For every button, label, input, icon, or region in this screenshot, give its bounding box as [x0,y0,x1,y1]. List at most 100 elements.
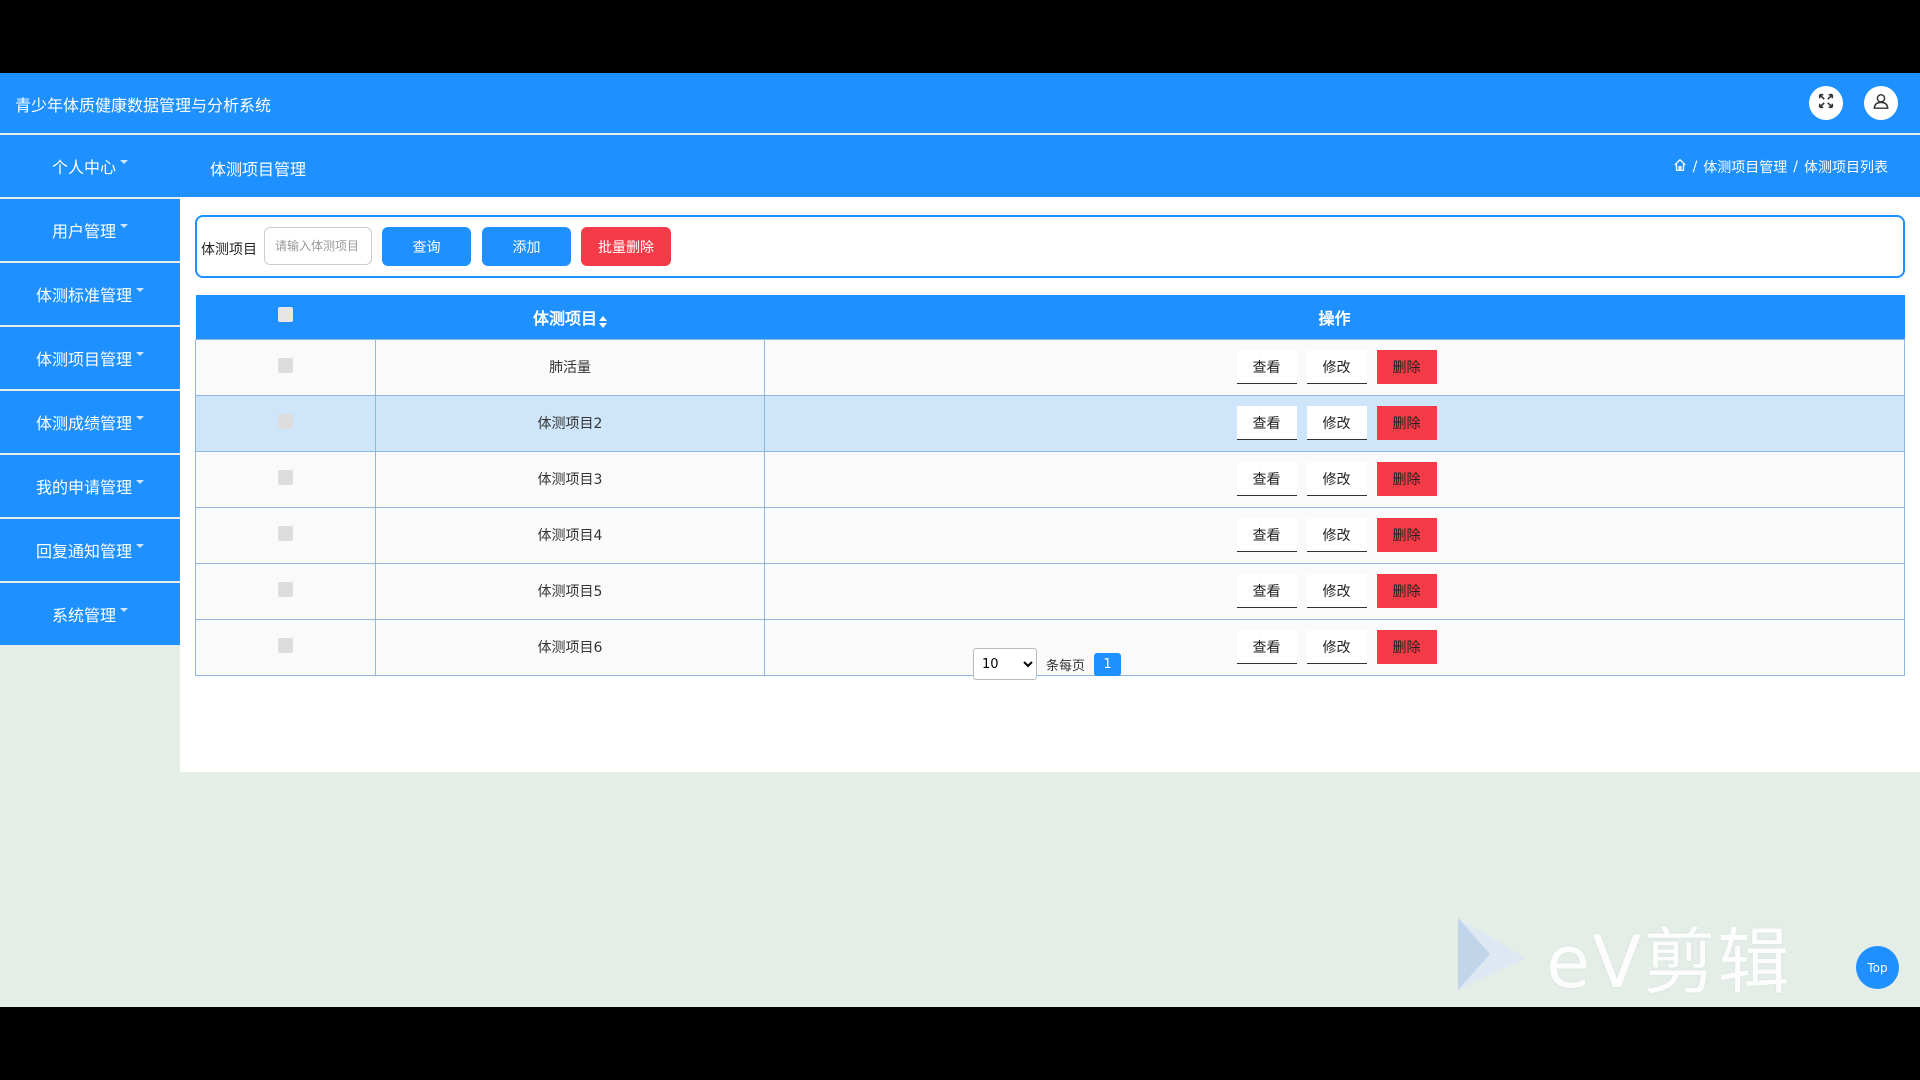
view-button[interactable]: 查看 [1236,518,1297,552]
search-panel: 体测项目 查询 添加 批量删除 [195,215,1905,278]
caret-down-icon [136,416,144,420]
edit-button[interactable]: 修改 [1306,350,1367,384]
video-letterbox-top [0,0,1920,73]
content-topbar: 体测项目管理 / 体测项目管理 / 体测项目列表 [180,135,1920,197]
delete-button[interactable]: 删除 [1376,518,1437,552]
edit-button[interactable]: 修改 [1306,574,1367,608]
edit-button[interactable]: 修改 [1306,406,1367,440]
sidebar-item-reply-notices[interactable]: 回复通知管理 [0,519,180,581]
row-test-item-name: 体测项目6 [375,618,765,676]
breadcrumb-separator: / [1793,159,1798,175]
edit-button[interactable]: 修改 [1306,518,1367,552]
row-actions: 查看 修改 删除 [764,394,1905,452]
caret-down-icon [136,544,144,548]
row-checkbox[interactable] [278,357,293,373]
main-content: 体测项目管理 / 体测项目管理 / 体测项目列表 体测项目 查询 添加 批量删除 [180,135,1920,772]
column-header-actions: 操作 [1318,308,1351,328]
row-actions: 查看 修改 删除 [764,618,1905,676]
user-icon [1872,92,1890,114]
fullscreen-button[interactable] [1809,86,1843,120]
sidebar-item-label: 体测项目管理 [35,350,132,369]
delete-button[interactable]: 删除 [1376,462,1437,496]
delete-button[interactable]: 删除 [1376,350,1437,384]
caret-down-icon [120,160,128,164]
sidebar-item-label: 系统管理 [51,606,116,625]
row-checkbox-cell [195,450,376,508]
sidebar-item-test-items[interactable]: 体测项目管理 [0,327,180,389]
page-number-button[interactable]: 1 [1094,652,1122,676]
caret-down-icon [136,352,144,356]
row-actions: 查看 修改 删除 [764,562,1905,620]
add-button[interactable]: 添加 [482,227,571,266]
row-test-item-name: 体测项目5 [375,562,765,620]
batch-delete-button[interactable]: 批量删除 [581,227,671,266]
select-all-checkbox[interactable] [278,307,293,323]
table-row: 体测项目2 查看 修改 删除 [195,394,1905,452]
caret-down-icon [136,480,144,484]
breadcrumb-item-test-items[interactable]: 体测项目管理 [1703,157,1787,177]
sidebar-item-test-standards[interactable]: 体测标准管理 [0,263,180,325]
view-button[interactable]: 查看 [1236,462,1297,496]
row-checkbox[interactable] [278,637,293,653]
edit-button[interactable]: 修改 [1306,462,1367,496]
pagination: 10 条每页 1 [973,648,1122,680]
row-checkbox-cell [195,338,376,396]
row-actions: 查看 修改 删除 [764,338,1905,396]
home-icon[interactable] [1673,158,1687,176]
data-table: 体测项目 操作 肺活量 查看 修改 删除 体测项目2 查看 修改 删除 体测项目… [195,295,1905,676]
sidebar-item-label: 体测成绩管理 [35,414,132,433]
delete-button[interactable]: 删除 [1376,574,1437,608]
row-checkbox[interactable] [278,469,293,485]
view-button[interactable]: 查看 [1236,406,1297,440]
view-button[interactable]: 查看 [1236,630,1297,664]
sidebar-item-users[interactable]: 用户管理 [0,199,180,261]
caret-down-icon [120,224,128,228]
row-checkbox-cell [195,562,376,620]
select-all-cell [196,295,376,339]
table-row: 体测项目4 查看 修改 删除 [195,506,1905,564]
row-checkbox[interactable] [278,525,293,541]
row-checkbox-cell [195,618,376,676]
user-avatar-button[interactable] [1864,86,1898,120]
view-button[interactable]: 查看 [1236,574,1297,608]
search-label: 体测项目 [201,242,257,258]
row-checkbox[interactable] [278,581,293,597]
video-watermark: eV剪辑 [1450,903,1792,1007]
table-header-row: 体测项目 操作 [195,295,1905,339]
expand-arrows-icon [1817,92,1835,114]
column-header-label: 体测项目 [532,308,597,328]
sidebar-item-label: 回复通知管理 [35,542,132,561]
back-to-top-button[interactable]: Top [1856,946,1899,989]
breadcrumb: / 体测项目管理 / 体测项目列表 [1673,157,1888,177]
page-title: 体测项目管理 [210,160,307,179]
delete-button[interactable]: 删除 [1376,406,1437,440]
per-page-label: 条每页 [1046,658,1086,674]
column-header-test-item[interactable]: 体测项目 [376,295,765,339]
sidebar-item-label: 个人中心 [51,158,116,177]
sidebar-item-my-applications[interactable]: 我的申请管理 [0,455,180,517]
sidebar-item-label: 我的申请管理 [35,478,132,497]
row-checkbox-cell [195,506,376,564]
query-button[interactable]: 查询 [382,227,471,266]
breadcrumb-item-test-item-list: 体测项目列表 [1804,160,1888,176]
delete-button[interactable]: 删除 [1376,630,1437,664]
row-test-item-name: 肺活量 [375,338,765,396]
play-logo-icon [1450,914,1530,998]
sidebar: 个人中心 用户管理 体测标准管理 体测项目管理 体测成绩管理 我的申请管理 回复… [0,135,180,647]
row-test-item-name: 体测项目4 [375,506,765,564]
search-input[interactable] [264,227,372,265]
page-size-select[interactable]: 10 [973,648,1037,680]
row-checkbox[interactable] [278,413,293,429]
row-checkbox-cell [195,394,376,452]
row-actions: 查看 修改 删除 [764,506,1905,564]
table-row: 肺活量 查看 修改 删除 [195,338,1905,396]
row-test-item-name: 体测项目2 [375,394,765,452]
sidebar-item-system[interactable]: 系统管理 [0,583,180,645]
caret-down-icon [136,288,144,292]
view-button[interactable]: 查看 [1236,350,1297,384]
row-actions: 查看 修改 删除 [764,450,1905,508]
edit-button[interactable]: 修改 [1306,630,1367,664]
sort-icon[interactable] [599,313,607,329]
sidebar-item-personal-center[interactable]: 个人中心 [0,135,180,197]
sidebar-item-test-scores[interactable]: 体测成绩管理 [0,391,180,453]
